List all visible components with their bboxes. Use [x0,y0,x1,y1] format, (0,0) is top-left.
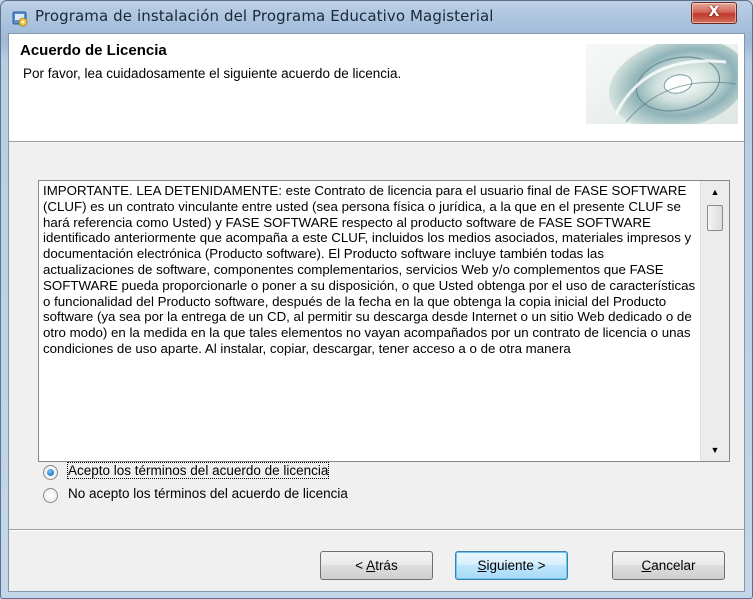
vertical-scrollbar[interactable]: ▲ ▼ [700,181,729,461]
title-bar[interactable]: Programa de instalación del Programa Edu… [1,1,752,33]
cd-disc-image [586,44,738,124]
decline-option[interactable]: No acepto los términos del acuerdo de li… [43,486,463,506]
cancel-button[interactable]: Cancelar [612,551,725,580]
cancel-button-label-suffix: ancelar [651,558,696,573]
accept-option[interactable]: Acepto los términos del acuerdo de licen… [43,462,463,483]
decline-radio[interactable] [43,488,58,503]
wizard-header: Acuerdo de Licencia Por favor, lea cuida… [9,34,744,142]
next-button[interactable]: Siguiente > [455,551,568,580]
window-title: Programa de instalación del Programa Edu… [35,7,494,25]
installer-window: Programa de instalación del Programa Edu… [0,0,753,599]
decline-label[interactable]: No acepto los términos del acuerdo de li… [68,486,348,501]
back-button-label-suffix: trás [375,558,398,573]
back-button-mnemonic: A [366,558,376,573]
next-button-label-suffix: iguiente > [486,558,546,573]
dialog-client-area: Acuerdo de Licencia Por favor, lea cuida… [8,33,745,592]
back-button-label-prefix: < [355,558,367,573]
back-button[interactable]: < Atrás [320,551,433,580]
next-button-mnemonic: S [477,558,487,573]
scroll-thumb[interactable] [707,205,723,231]
installer-icon [12,11,28,27]
close-icon: X [708,4,720,20]
page-subtitle: Por favor, lea cuidadosamente el siguien… [23,66,402,81]
close-button[interactable]: X [691,2,737,24]
button-separator [9,529,744,531]
license-agreement-text: IMPORTANTE. LEA DETENIDAMENTE: este Cont… [43,183,696,356]
license-text-box[interactable]: IMPORTANTE. LEA DETENIDAMENTE: este Cont… [38,180,730,462]
accept-radio[interactable] [43,465,58,480]
scroll-up-arrow-icon[interactable]: ▲ [701,181,729,203]
cancel-button-mnemonic: C [641,558,652,573]
page-title: Acuerdo de Licencia [20,42,167,59]
accept-label[interactable]: Acepto los términos del acuerdo de licen… [66,462,330,479]
scroll-down-arrow-icon[interactable]: ▼ [701,439,729,461]
